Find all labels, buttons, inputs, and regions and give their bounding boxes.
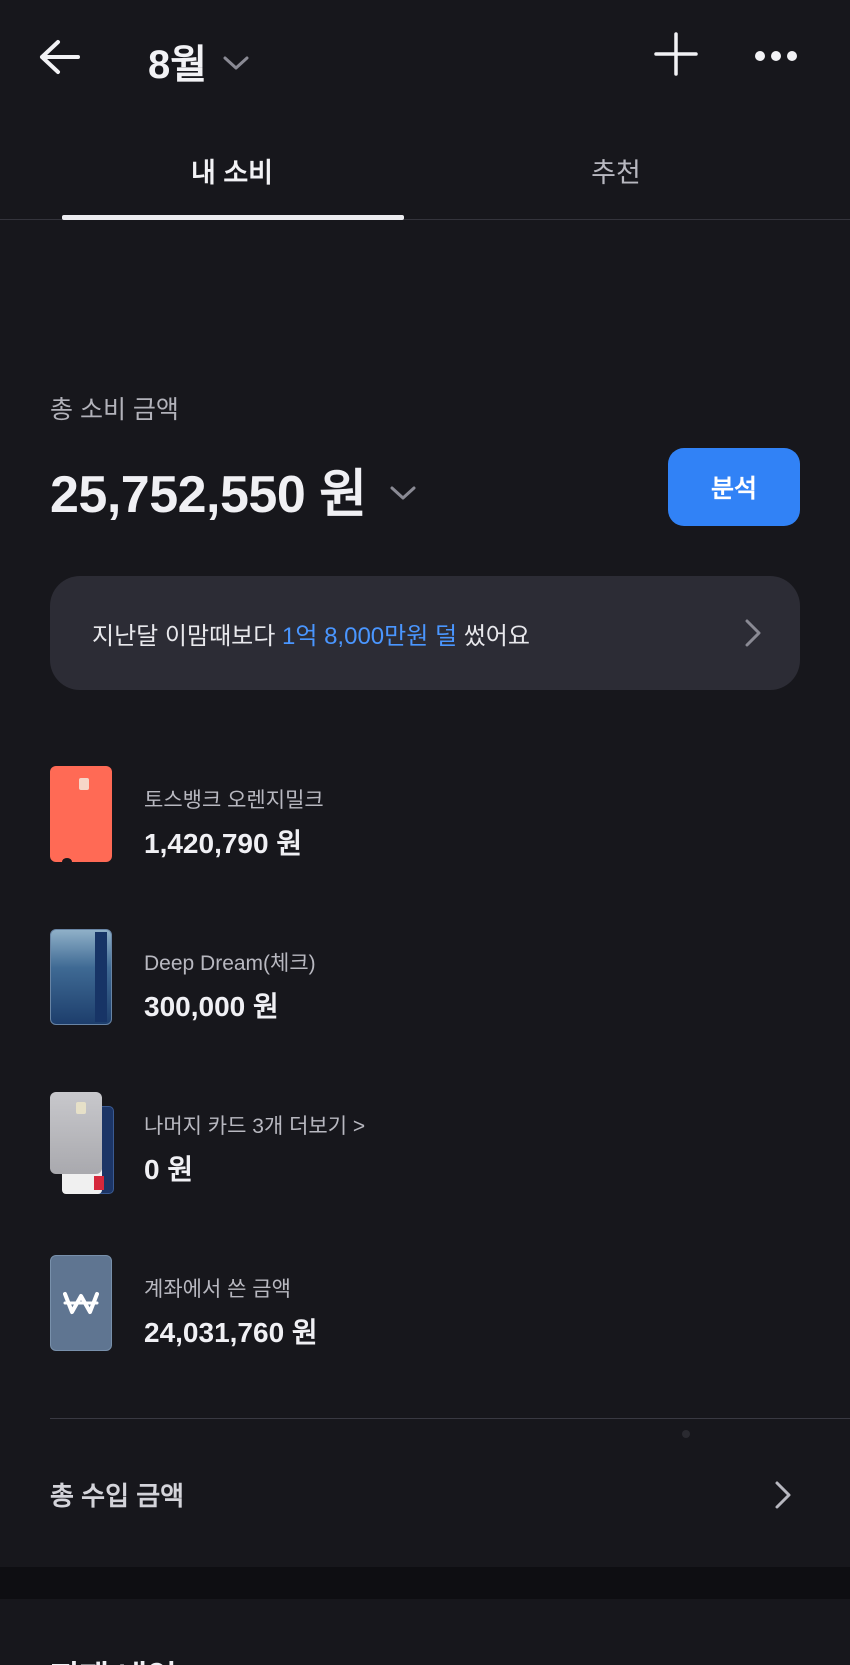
- card-stack-image: [50, 1092, 114, 1194]
- card-chip: [79, 778, 89, 790]
- add-button[interactable]: [652, 30, 700, 78]
- card-row-more-cards[interactable]: 나머지 카드 3개 더보기 > 0 원: [50, 1092, 810, 1194]
- card-name: Deep Dream(체크): [144, 952, 316, 975]
- card-chip: [76, 1102, 86, 1114]
- card-stripe: [95, 932, 107, 1022]
- section-separator: [0, 1567, 850, 1599]
- scroll-dot: [682, 1430, 690, 1438]
- card-stack-red: [94, 1176, 104, 1190]
- chevron-right-icon: [766, 1478, 800, 1512]
- card-name: 토스뱅크 오렌지밀크: [144, 789, 324, 812]
- chevron-down-icon: [387, 477, 419, 509]
- analyze-button[interactable]: 분석: [668, 448, 800, 526]
- tab-bar: 내 소비 추천: [0, 125, 850, 220]
- more-horizontal-icon: [755, 51, 797, 61]
- orange-card-image: [50, 766, 112, 866]
- card-amount: 0 원: [144, 1154, 194, 1185]
- more-button[interactable]: [750, 36, 802, 76]
- card-amount: 1,420,790 원: [144, 828, 303, 859]
- top-bar: 8월: [0, 0, 850, 115]
- total-spend-amount-toggle[interactable]: 25,752,550 원: [50, 452, 419, 527]
- compare-highlight: 1억 8,000만원 덜: [281, 622, 458, 650]
- monthly-compare-card[interactable]: 지난달 이맘때보다 1억 8,000만원 덜 썼어요: [50, 576, 800, 690]
- tab-my-spending[interactable]: 내 소비: [72, 125, 392, 220]
- card-stack-front: [50, 1092, 102, 1174]
- card-amount: 24,031,760 원: [144, 1317, 318, 1348]
- transactions-section-title: 지재 내역: [50, 1652, 177, 1665]
- card-amount: 300,000 원: [144, 991, 279, 1022]
- active-tab-indicator: [62, 215, 404, 220]
- arrow-left-icon: [40, 40, 80, 74]
- compare-text: 지난달 이맘때보다 1억 8,000만원 덜 썼어요: [92, 616, 530, 651]
- card-row-deep-dream[interactable]: Deep Dream(체크) 300,000 원: [50, 929, 810, 1029]
- chevron-down-icon: [221, 48, 251, 78]
- compare-suffix: 썼어요: [457, 622, 530, 650]
- chevron-right-icon: [736, 616, 770, 650]
- plus-icon: [654, 32, 698, 76]
- back-button[interactable]: [36, 34, 82, 80]
- card-row-account-spending[interactable]: 계좌에서 쓴 금액 24,031,760 원: [50, 1255, 810, 1355]
- total-income-row[interactable]: 총 수입 금액: [50, 1470, 800, 1520]
- month-selector[interactable]: 8월: [148, 32, 251, 90]
- compare-prefix: 지난달 이맘때보다: [92, 622, 282, 650]
- card-notch: [62, 858, 72, 866]
- divider: [50, 1418, 850, 1419]
- card-name: 나머지 카드 3개 더보기 >: [144, 1115, 366, 1138]
- total-spend-label: 총 소비 금액: [50, 396, 179, 424]
- total-income-label: 총 수입 금액: [50, 1481, 185, 1511]
- card-name: 계좌에서 쓴 금액: [144, 1278, 291, 1301]
- total-spend-amount: 25,752,550 원: [50, 466, 367, 524]
- account-card-image: [50, 1255, 112, 1351]
- blue-card-image: [50, 929, 112, 1025]
- card-row-toss-orange[interactable]: 토스뱅크 오렌지밀크 1,420,790 원: [50, 766, 810, 866]
- month-title: 8월: [148, 43, 208, 87]
- tab-recommend[interactable]: 추천: [456, 125, 776, 220]
- won-icon: [63, 1292, 99, 1314]
